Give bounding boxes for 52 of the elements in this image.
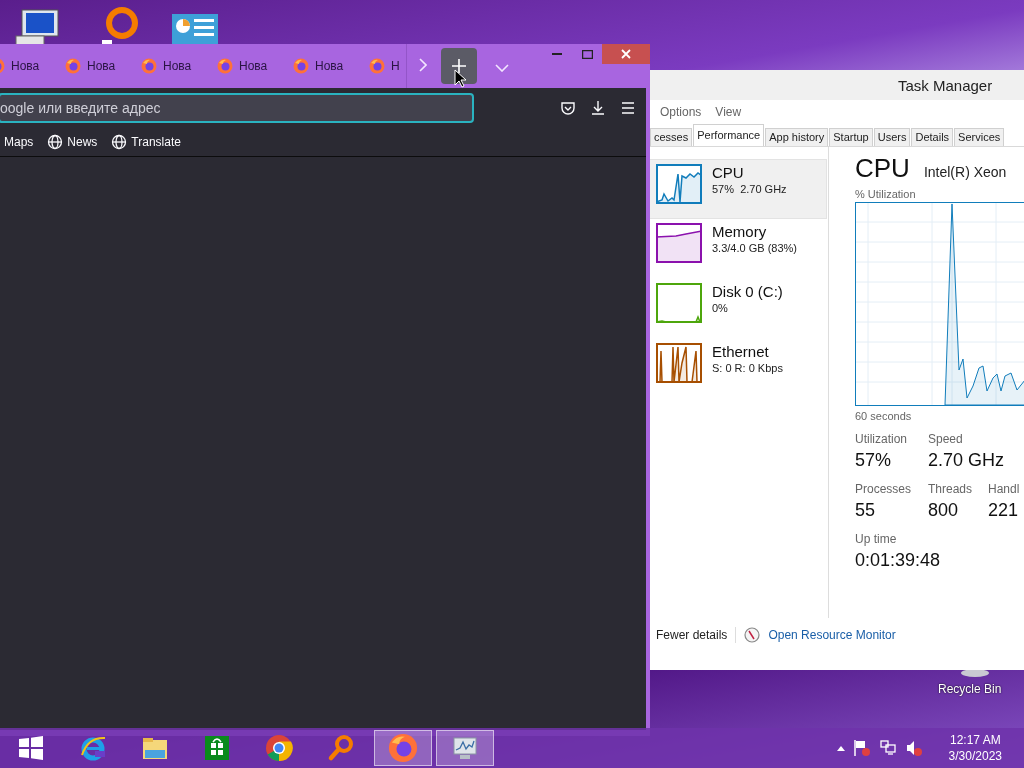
- bookmark-link[interactable]: Translate: [107, 134, 181, 150]
- tab[interactable]: Details: [911, 128, 954, 146]
- resource-name: Disk 0 (C:): [712, 283, 783, 300]
- browser-tab[interactable]: Нова: [0, 48, 65, 84]
- bookmark-link[interactable]: Maps: [0, 135, 34, 149]
- tab[interactable]: Users: [873, 128, 911, 146]
- stat-label: Handl: [988, 482, 1020, 496]
- resource-reading: 0%: [712, 302, 729, 314]
- fewer-details-button[interactable]: Fewer details: [656, 628, 728, 642]
- window-title: Task Manager: [898, 76, 993, 94]
- stat-value: 0:01:39:48: [855, 549, 942, 572]
- resource-item[interactable]: Disk 0 (C:) 0%: [650, 279, 828, 339]
- stat-label: Threads: [928, 482, 973, 496]
- stat-label: Up time: [855, 532, 897, 546]
- desktop-icon-label: Recycle Bin: [938, 682, 1002, 696]
- tab[interactable]: Services: [954, 128, 1005, 146]
- menu-item[interactable]: Options: [660, 105, 702, 119]
- clock[interactable]: 12:17 AM 3/30/2023: [942, 732, 1008, 764]
- resource-title: CPU: [855, 153, 910, 184]
- stat-value: 800: [928, 499, 960, 522]
- time-span-label: 60 seconds: [855, 410, 913, 422]
- resource-monitor-link[interactable]: Open Resource Monitor: [768, 628, 896, 642]
- browser-tab[interactable]: Нова: [293, 48, 369, 84]
- resource-name: Memory: [712, 223, 768, 240]
- address-field[interactable]: oogle или введите адрес: [0, 93, 474, 123]
- resource-reading: 57% 2.70 GHz: [712, 183, 787, 195]
- stat-value: 57%: [855, 449, 893, 472]
- tab[interactable]: cesses: [650, 128, 693, 146]
- stat-value: 221: [988, 499, 1020, 522]
- browser-tab[interactable]: Нова: [65, 48, 141, 84]
- stat-label: Speed: [928, 432, 963, 446]
- resource-name: CPU: [712, 164, 745, 181]
- tab[interactable]: Startup: [829, 128, 873, 146]
- stat-label: Utilization: [855, 432, 908, 446]
- processor-model: Intel(R) Xeon: [923, 164, 1007, 180]
- bookmark-link[interactable]: News: [43, 134, 98, 150]
- menu-item[interactable]: View: [715, 105, 742, 119]
- tab[interactable]: App history: [765, 128, 829, 146]
- stat-value: 55: [855, 499, 877, 522]
- browser-tab[interactable]: Нова: [141, 48, 217, 84]
- graph-label: % Utilization: [855, 188, 917, 200]
- resource-item[interactable]: Ethernet S: 0 R: 0 Kbps: [650, 339, 828, 399]
- stat-value: 2.70 GHz: [928, 449, 1006, 472]
- resource-item[interactable]: CPU 57% 2.70 GHz: [650, 159, 827, 219]
- resource-item[interactable]: Memory 3.3/4.0 GB (83%): [650, 219, 828, 279]
- resource-reading: 3.3/4.0 GB (83%): [712, 242, 797, 254]
- browser-tab[interactable]: Нова: [217, 48, 293, 84]
- resource-reading: S: 0 R: 0 Kbps: [712, 362, 783, 374]
- tab[interactable]: Performance: [693, 124, 765, 146]
- resource-name: Ethernet: [712, 343, 770, 360]
- stat-label: Processes: [855, 482, 912, 496]
- browser-tab[interactable]: Н: [369, 48, 402, 84]
